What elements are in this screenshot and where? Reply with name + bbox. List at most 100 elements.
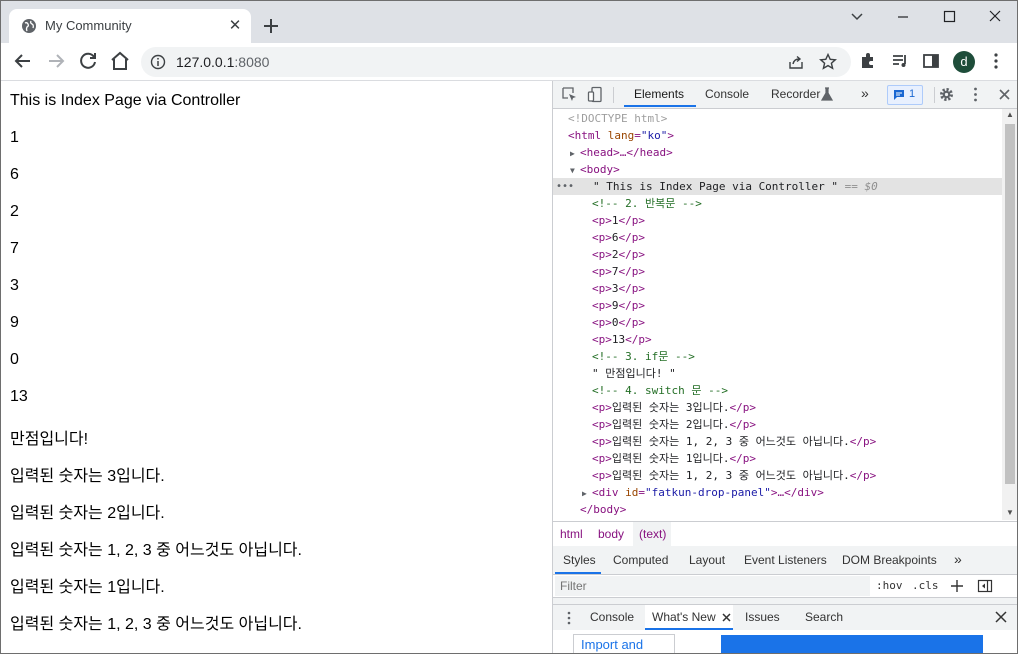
new-tab-icon[interactable] — [259, 14, 283, 38]
bookmark-star-icon[interactable] — [818, 52, 838, 72]
expand-triangle-icon[interactable]: ▶ — [582, 485, 592, 502]
tab-elements[interactable]: Elements — [634, 87, 684, 101]
dom-node-body-close[interactable]: </body> — [553, 501, 1002, 518]
dom-node-doctype[interactable]: <!DOCTYPE html> — [553, 110, 1002, 127]
page-switch-result: 입력된 숫자는 3입니다. — [10, 468, 165, 485]
tab-event-listeners[interactable]: Event Listeners — [744, 553, 827, 567]
kebab-menu-icon[interactable] — [986, 51, 1006, 71]
extensions-puzzle-icon[interactable] — [858, 51, 878, 71]
add-style-rule-icon[interactable] — [950, 579, 964, 593]
toggle-sidebar-icon[interactable] — [977, 578, 993, 594]
dom-node-p[interactable]: <p>입력된 숫자는 1, 2, 3 중 어느것도 아닙니다.</p> — [553, 433, 1002, 450]
address-bar[interactable]: 127.0.0.1:8080 — [141, 47, 851, 77]
reload-icon[interactable] — [76, 49, 100, 73]
site-info-icon[interactable] — [150, 54, 166, 70]
breadcrumb-html[interactable]: html — [560, 527, 583, 541]
p-text: 입력된 숫자는 1입니다. — [611, 452, 730, 465]
page-number-line: 9 — [10, 314, 19, 331]
scrollbar-thumb[interactable] — [1005, 124, 1015, 484]
styles-filter-input[interactable] — [555, 576, 870, 596]
media-queue-icon[interactable] — [890, 51, 910, 71]
minimize-icon[interactable] — [885, 5, 921, 29]
message-icon — [894, 90, 904, 100]
dom-node-html[interactable]: <html lang="ko"> — [553, 127, 1002, 144]
breadcrumb-body[interactable]: body — [598, 527, 624, 541]
close-tab-icon[interactable] — [722, 613, 731, 622]
tab-close-icon[interactable]: ✕ — [225, 16, 245, 36]
maximize-icon[interactable] — [931, 5, 967, 29]
dom-node-p[interactable]: <p>3</p> — [553, 280, 1002, 297]
drawer-tab-whats-new[interactable]: What's New — [652, 610, 716, 624]
close-devtools-icon[interactable] — [996, 86, 1013, 103]
more-dots-icon[interactable]: ••• — [556, 178, 574, 195]
dom-node-head[interactable]: ▶ <head>…</head> — [553, 144, 1002, 161]
dom-node-p[interactable]: <p>13</p> — [553, 331, 1002, 348]
breadcrumb-text[interactable]: (text) — [639, 527, 666, 541]
close-window-icon[interactable] — [977, 5, 1013, 29]
dom-node-selected-text[interactable]: ••• " This is Index Page via Controller "… — [553, 178, 1002, 195]
tab-styles[interactable]: Styles — [563, 553, 596, 567]
tab-recorder[interactable]: Recorder — [771, 87, 820, 101]
url-text[interactable]: 127.0.0.1:8080 — [176, 54, 269, 70]
devtools-menu-icon[interactable] — [967, 86, 984, 103]
dom-node-comment[interactable]: <!-- 4. switch 문 --> — [553, 382, 1002, 399]
dom-node-p[interactable]: <p>6</p> — [553, 229, 1002, 246]
browser-tab[interactable]: My Community ✕ — [9, 9, 251, 43]
issues-badge[interactable]: 1 — [887, 85, 923, 105]
html-lang-attr: lang — [607, 129, 635, 142]
tab-dom-breakpoints[interactable]: DOM Breakpoints — [842, 553, 937, 567]
p-text: 9 — [611, 299, 619, 312]
comment-loop: <!-- 2. 반복문 --> — [592, 197, 702, 210]
settings-gear-icon[interactable] — [938, 86, 955, 103]
collapse-triangle-icon[interactable]: ▼ — [570, 162, 580, 179]
dom-node-comment[interactable]: <!-- 2. 반복문 --> — [553, 195, 1002, 212]
dom-node-p[interactable]: <p>9</p> — [553, 297, 1002, 314]
inspect-element-icon[interactable] — [561, 86, 578, 103]
side-panel-icon[interactable] — [921, 51, 941, 71]
dom-node-div[interactable]: ▶ <div id="fatkun-drop-panel">…</div> — [553, 484, 1002, 501]
dom-node-p[interactable]: <p>1</p> — [553, 212, 1002, 229]
head-tag: <head>…</head> — [580, 146, 673, 159]
dom-node-p[interactable]: <p>입력된 숫자는 1, 2, 3 중 어느것도 아닙니다.</p> — [553, 467, 1002, 484]
browser-window: My Community ✕ 127.0.0.1:8080 d This is … — [0, 0, 1018, 654]
drawer-tab-console[interactable]: Console — [590, 610, 634, 624]
more-tabs-chevron[interactable]: » — [861, 85, 869, 101]
dom-node-p[interactable]: <p>입력된 숫자는 3입니다.</p> — [553, 399, 1002, 416]
dom-node-comment[interactable]: <!-- 3. if문 --> — [553, 348, 1002, 365]
expand-triangle-icon[interactable]: ▶ — [570, 145, 580, 162]
tab-search-chevron-icon[interactable] — [839, 5, 875, 29]
forward-arrow-icon[interactable] — [44, 49, 68, 73]
cls-toggle[interactable]: .cls — [912, 579, 939, 592]
comment-if: <!-- 3. if문 --> — [592, 350, 695, 363]
dom-node-p[interactable]: <p>0</p> — [553, 314, 1002, 331]
drawer-tab-issues[interactable]: Issues — [745, 610, 780, 624]
dom-node-p[interactable]: <p>7</p> — [553, 263, 1002, 280]
tab-layout[interactable]: Layout — [689, 553, 725, 567]
p-text: 13 — [611, 333, 626, 346]
tab-computed[interactable]: Computed — [613, 553, 668, 567]
scroll-up-arrow-icon[interactable]: ▲ — [1006, 111, 1014, 119]
globe-icon — [22, 19, 36, 33]
elements-scrollbar[interactable]: ▲ ▼ — [1002, 109, 1017, 520]
more-subtabs-chevron[interactable]: » — [954, 551, 962, 567]
dom-node-p[interactable]: <p>2</p> — [553, 246, 1002, 263]
p-text: 3 — [611, 282, 619, 295]
dom-node-p[interactable]: <p>입력된 숫자는 1입니다.</p> — [553, 450, 1002, 467]
active-tab-indicator — [624, 105, 696, 107]
dom-node-text[interactable]: " 만점입니다! " — [553, 365, 1002, 382]
share-icon[interactable] — [787, 53, 805, 71]
import-link-card[interactable]: Import and — [573, 634, 675, 653]
back-arrow-icon[interactable] — [11, 49, 35, 73]
selected-text-content: " This is Index Page via Controller " — [593, 180, 839, 193]
home-icon[interactable] — [108, 49, 132, 73]
close-drawer-icon[interactable] — [995, 611, 1007, 623]
profile-avatar[interactable]: d — [953, 51, 975, 73]
scroll-down-arrow-icon[interactable]: ▼ — [1006, 509, 1014, 517]
dom-node-p[interactable]: <p>입력된 숫자는 2입니다.</p> — [553, 416, 1002, 433]
drawer-menu-icon[interactable] — [566, 610, 572, 626]
dom-node-body[interactable]: ▼ <body> — [553, 161, 1002, 178]
tab-console[interactable]: Console — [705, 87, 749, 101]
hov-toggle[interactable]: :hov — [876, 579, 903, 592]
device-toolbar-icon[interactable] — [587, 86, 604, 103]
drawer-tab-search[interactable]: Search — [805, 610, 843, 624]
